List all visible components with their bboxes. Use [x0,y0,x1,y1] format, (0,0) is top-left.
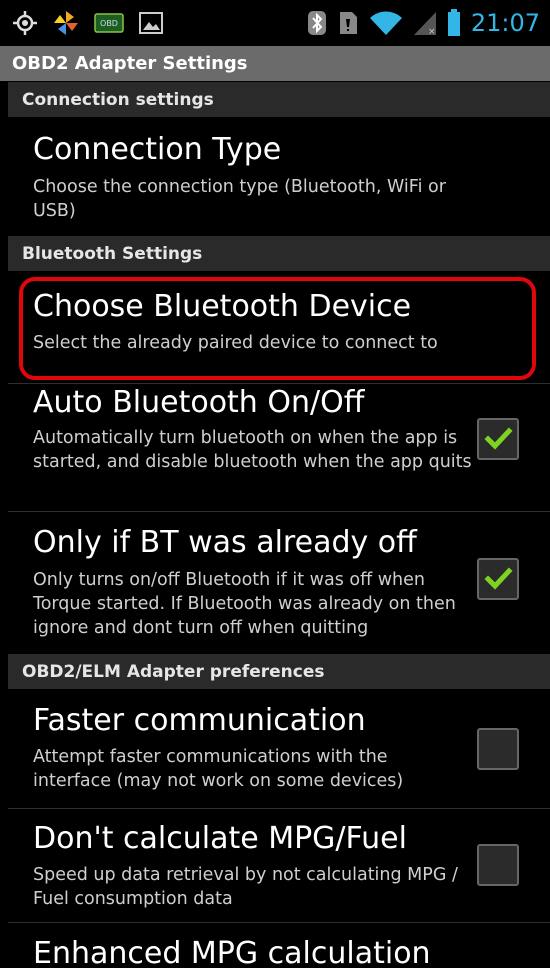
only-if-bt-off-checkbox[interactable] [477,558,519,600]
pref-title: Only if BT was already off [33,525,417,560]
bluetooth-icon [307,10,327,36]
status-bar: OBD × 21:07 [0,0,550,46]
pref-summary: Automatically turn bluetooth on when the… [33,428,472,472]
pref-title: Auto Bluetooth On/Off [33,385,365,420]
section-header-label: Bluetooth Settings [22,243,203,264]
faster-communication-checkbox[interactable] [477,728,519,770]
auto-bluetooth-checkbox[interactable] [477,418,519,460]
checkmark-icon [484,567,513,590]
pref-title: Enhanced MPG calculation [33,936,431,968]
pref-only-if-bt-off[interactable]: Only if BT was already off Only turns on… [8,512,550,652]
pref-faster-communication[interactable]: Faster communication Attempt faster comm… [8,689,550,807]
svg-text:×: × [428,27,436,36]
section-header-connection: Connection settings [8,82,550,117]
checkmark-icon [484,427,513,450]
section-header-adapter: OBD2/ELM Adapter preferences [8,654,550,689]
section-header-bluetooth: Bluetooth Settings [8,236,550,271]
app-title-bar: OBD2 Adapter Settings [0,46,550,81]
picture-icon [138,11,164,35]
pinwheel-app-icon [52,9,80,37]
highlight-annotation [19,277,536,380]
obd-app-icon: OBD [94,11,124,35]
dont-calculate-mpg-checkbox[interactable] [477,844,519,886]
signal-icon: × [413,10,437,36]
pref-title: Faster communication [33,703,366,738]
pref-summary: Attempt faster communications with the i… [33,747,404,791]
pref-summary: Choose the connection type (Bluetooth, W… [33,177,446,221]
pref-enhanced-mpg[interactable]: Enhanced MPG calculation [8,923,550,968]
pref-summary: Speed up data retrieval by not calculati… [33,865,458,909]
pref-connection-type[interactable]: Connection Type Choose the connection ty… [8,117,550,232]
clock: 21:07 [470,9,540,37]
section-header-label: Connection settings [22,89,214,110]
battery-icon [447,9,461,37]
pref-title: Don't calculate MPG/Fuel [33,821,407,856]
section-header-label: OBD2/ELM Adapter preferences [22,661,325,682]
pref-dont-calculate-mpg[interactable]: Don't calculate MPG/Fuel Speed up data r… [8,809,550,921]
status-bar-system: × 21:07 [307,0,540,46]
gps-icon [12,10,38,36]
pref-auto-bluetooth[interactable]: Auto Bluetooth On/Off Automatically turn… [8,384,550,509]
pref-summary: Only turns on/off Bluetooth if it was of… [33,570,456,638]
page-title: OBD2 Adapter Settings [12,53,248,74]
status-bar-notifications: OBD [12,0,164,46]
sim-card-icon [337,10,359,36]
wifi-icon [369,9,403,37]
obd-icon-text: OBD [100,19,118,28]
pref-title: Connection Type [33,132,282,167]
